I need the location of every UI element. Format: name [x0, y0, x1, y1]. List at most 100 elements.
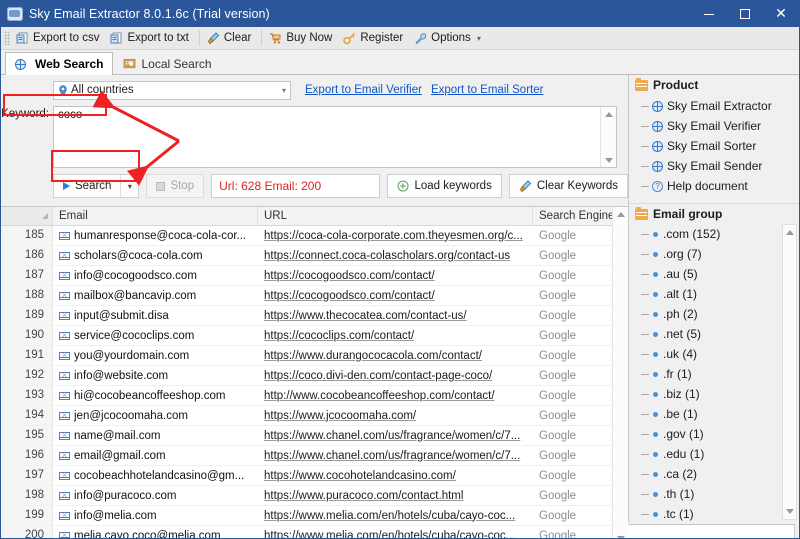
row-email[interactable]: humanresponse@coca-cola-cor... [53, 230, 258, 242]
clear-keywords-button[interactable]: Clear Keywords [508, 174, 628, 198]
toolbar-grip[interactable] [4, 31, 10, 45]
search-dropdown-arrow[interactable]: ▾ [120, 175, 138, 197]
row-url[interactable]: https://www.cocohotelandcasino.com/ [258, 470, 533, 482]
email-group-scrollbar[interactable] [782, 224, 797, 520]
row-email[interactable]: info@website.com [53, 370, 258, 382]
row-email[interactable]: cocobeachhotelandcasino@gm... [53, 470, 258, 482]
row-url[interactable]: https://www.chanel.com/us/fragrance/wome… [258, 430, 533, 442]
row-email[interactable]: service@cococlips.com [53, 330, 258, 342]
row-url[interactable]: https://www.durangococacola.com/contact/ [258, 350, 533, 362]
table-row[interactable]: 188 mailbox@bancavip.com https://cocogoods… [1, 286, 628, 306]
row-url[interactable]: https://www.melia.com/en/hotels/cuba/cay… [258, 510, 533, 522]
table-row[interactable]: 190 service@cococlips.com https://cococlip… [1, 326, 628, 346]
email-group-item[interactable]: .net (5) [641, 324, 799, 344]
export-to-email-verifier-link[interactable]: Export to Email Verifier [305, 84, 422, 96]
column-header-index[interactable] [1, 207, 53, 225]
product-item[interactable]: ? Help document [641, 176, 799, 196]
tab-web-search[interactable]: Web Search [5, 52, 114, 75]
keyword-input-value[interactable]: coco [54, 107, 600, 167]
column-header-url[interactable]: URL [258, 207, 533, 225]
table-row[interactable]: 195 name@mail.com https://www.chanel.com/u… [1, 426, 628, 446]
email-group-item[interactable]: .th (1) [641, 484, 799, 504]
row-email[interactable]: you@yourdomain.com [53, 350, 258, 362]
product-item[interactable]: Sky Email Sender [641, 156, 799, 176]
row-email[interactable]: info@puracoco.com [53, 490, 258, 502]
stop-button[interactable]: Stop [146, 174, 205, 198]
email-group-item[interactable]: .com (152) [641, 224, 799, 244]
chevron-down-icon[interactable]: ▾ [477, 34, 481, 43]
row-url[interactable]: https://connect.coca-colascholars.org/co… [258, 250, 533, 262]
buy-now-button[interactable]: Buy Now [265, 27, 339, 49]
row-url[interactable]: https://www.thecocatea.com/contact-us/ [258, 310, 533, 322]
load-keywords-button[interactable]: Load keywords [387, 174, 502, 198]
table-row[interactable]: 185 humanresponse@coca-cola-cor... https:/… [1, 226, 628, 246]
scroll-up-icon[interactable] [785, 225, 794, 240]
email-group-item[interactable]: .be (1) [641, 404, 799, 424]
row-email[interactable]: info@melia.com [53, 510, 258, 522]
table-row[interactable]: 186 scholars@coca-cola.com https://connect… [1, 246, 628, 266]
scroll-down-icon[interactable] [616, 531, 625, 538]
search-button-main[interactable]: Search [54, 175, 120, 197]
export-to-email-sorter-link[interactable]: Export to Email Sorter [431, 84, 543, 96]
product-item[interactable]: Sky Email Extractor [641, 96, 799, 116]
row-url[interactable]: http://www.cocobeancoffeeshop.com/contac… [258, 390, 533, 402]
email-group-item[interactable]: .biz (1) [641, 384, 799, 404]
row-email[interactable]: input@submit.disa [53, 310, 258, 322]
export-to-csv-button[interactable]: Export to csv [12, 27, 106, 49]
table-row[interactable]: 192 info@website.com https://coco.divi-den… [1, 366, 628, 386]
keyword-scrollbar[interactable] [600, 107, 616, 167]
table-row[interactable]: 191 you@yourdomain.com https://www.durango… [1, 346, 628, 366]
register-button[interactable]: Register [339, 27, 410, 49]
email-group-item[interactable]: .fr (1) [641, 364, 799, 384]
table-row[interactable]: 194 jen@jcocoomaha.com https://www.jcocoom… [1, 406, 628, 426]
column-header-email[interactable]: Email [53, 207, 258, 225]
row-email[interactable]: mailbox@bancavip.com [53, 290, 258, 302]
email-group-item[interactable]: .edu (1) [641, 444, 799, 464]
row-email[interactable]: melia.cayo.coco@melia.com [53, 530, 258, 538]
email-group-item[interactable]: .org (7) [641, 244, 799, 264]
email-group-item[interactable]: .alt (1) [641, 284, 799, 304]
table-row[interactable]: 187 info@cocogoodsco.com https://cocogoods… [1, 266, 628, 286]
email-group-item[interactable]: .gov (1) [641, 424, 799, 444]
table-row[interactable]: 198 info@puracoco.com https://www.puracoco… [1, 486, 628, 506]
row-url[interactable]: https://coca-cola-corporate.com.theyesme… [258, 230, 533, 242]
row-url[interactable]: https://cocogoodsco.com/contact/ [258, 270, 533, 282]
email-group-item[interactable]: .ca (2) [641, 464, 799, 484]
close-button[interactable]: ✕ [763, 1, 799, 27]
row-email[interactable]: name@mail.com [53, 430, 258, 442]
keyword-input[interactable]: coco [53, 106, 617, 168]
row-url[interactable]: https://coco.divi-den.com/contact-page-c… [258, 370, 533, 382]
scroll-up-icon[interactable] [616, 207, 625, 222]
table-row[interactable]: 189 input@submit.disa https://www.thecocat… [1, 306, 628, 326]
search-button[interactable]: Search ▾ [53, 174, 140, 198]
country-select[interactable]: All countries ▾ [53, 80, 291, 100]
email-group-item[interactable]: .tc (1) [641, 504, 799, 522]
row-url[interactable]: https://www.jcocoomaha.com/ [258, 410, 533, 422]
email-group-item[interactable]: .au (5) [641, 264, 799, 284]
scroll-down-icon[interactable] [604, 153, 613, 167]
tab-local-search[interactable]: Local Search [113, 52, 221, 75]
row-email[interactable]: info@cocogoodsco.com [53, 270, 258, 282]
row-email[interactable]: scholars@coca-cola.com [53, 250, 258, 262]
clear-button[interactable]: Clear [203, 27, 258, 49]
table-row[interactable]: 196 email@gmail.com https://www.chanel.com… [1, 446, 628, 466]
options-button[interactable]: Options ▾ [410, 27, 488, 49]
chevron-down-icon[interactable]: ▾ [282, 86, 288, 95]
minimize-button[interactable] [691, 1, 727, 27]
maximize-button[interactable] [727, 1, 763, 27]
row-url[interactable]: https://www.melia.com/en/hotels/cuba/cay… [258, 530, 533, 539]
row-email[interactable]: hi@cocobeancoffeeshop.com [53, 390, 258, 402]
email-group-item[interactable]: .ph (2) [641, 304, 799, 324]
table-row[interactable]: 193 hi@cocobeancoffeeshop.com http://www.c… [1, 386, 628, 406]
export-to-txt-button[interactable]: Export to txt [106, 27, 195, 49]
product-item[interactable]: Sky Email Verifier [641, 116, 799, 136]
table-row[interactable]: 199 info@melia.com https://www.melia.com/e… [1, 506, 628, 526]
row-email[interactable]: email@gmail.com [53, 450, 258, 462]
row-url[interactable]: https://www.puracoco.com/contact.html [258, 490, 533, 502]
row-url[interactable]: https://www.chanel.com/us/fragrance/wome… [258, 450, 533, 462]
scroll-down-icon[interactable] [785, 504, 794, 519]
row-email[interactable]: jen@jcocoomaha.com [53, 410, 258, 422]
row-url[interactable]: https://cococlips.com/contact/ [258, 330, 533, 342]
table-row[interactable]: 200 melia.cayo.coco@melia.com https://www.… [1, 526, 628, 539]
scroll-up-icon[interactable] [604, 107, 613, 121]
